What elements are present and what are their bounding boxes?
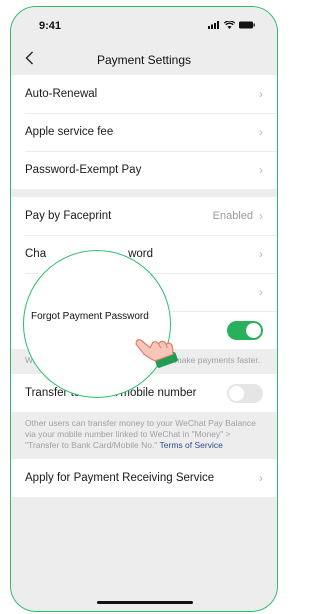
status-icons bbox=[208, 21, 255, 29]
chevron-right-icon: › bbox=[259, 125, 263, 139]
chevron-right-icon: › bbox=[259, 285, 263, 299]
row-label: Pay by Faceprint bbox=[25, 210, 112, 222]
settings-group-1: Auto-Renewal › Apple service fee › Passw… bbox=[11, 75, 277, 189]
chevron-right-icon: › bbox=[259, 471, 263, 485]
apply-receiving-service-row[interactable]: Apply for Payment Receiving Service › bbox=[11, 459, 277, 497]
auto-renewal-row[interactable]: Auto-Renewal › bbox=[11, 75, 277, 113]
navigation-bar: Payment Settings bbox=[11, 45, 277, 75]
row-label: Apply for Payment Receiving Service bbox=[25, 472, 215, 484]
battery-icon bbox=[239, 21, 255, 29]
toggle-knob bbox=[229, 385, 244, 401]
tap-hand-icon bbox=[135, 339, 178, 368]
row-label-left: Cha bbox=[25, 248, 47, 260]
chevron-right-icon: › bbox=[259, 163, 263, 177]
faceprint-status: Enabled bbox=[212, 210, 253, 222]
home-indicator bbox=[97, 601, 193, 604]
apple-service-fee-row[interactable]: Apple service fee › bbox=[11, 113, 277, 151]
transfer-note: Other users can transfer money to your W… bbox=[11, 412, 277, 459]
row-label: Auto-Renewal bbox=[25, 88, 98, 100]
apply-group: Apply for Payment Receiving Service › bbox=[11, 459, 277, 497]
transfer-toggle[interactable] bbox=[227, 383, 263, 403]
chevron-right-icon: › bbox=[259, 209, 263, 223]
row-label: Password-Exempt Pay bbox=[25, 164, 142, 176]
page-title: Payment Settings bbox=[96, 53, 192, 67]
face-id-toggle[interactable] bbox=[227, 320, 263, 340]
status-time: 9:41 bbox=[39, 20, 62, 32]
forgot-password-highlight-label[interactable]: Forgot Payment Password bbox=[31, 311, 149, 322]
chevron-right-icon: › bbox=[259, 247, 263, 261]
signal-icon bbox=[208, 21, 219, 29]
password-exempt-pay-row[interactable]: Password-Exempt Pay › bbox=[11, 151, 277, 189]
row-label: Apple service fee bbox=[25, 126, 114, 138]
pay-by-faceprint-row[interactable]: Pay by Faceprint Enabled › bbox=[11, 197, 277, 235]
status-bar: 9:41 bbox=[11, 7, 277, 45]
toggle-knob bbox=[246, 322, 261, 338]
terms-of-service-link[interactable]: Terms of Service bbox=[160, 440, 223, 450]
chevron-right-icon: › bbox=[259, 87, 263, 101]
wifi-icon bbox=[224, 21, 235, 29]
